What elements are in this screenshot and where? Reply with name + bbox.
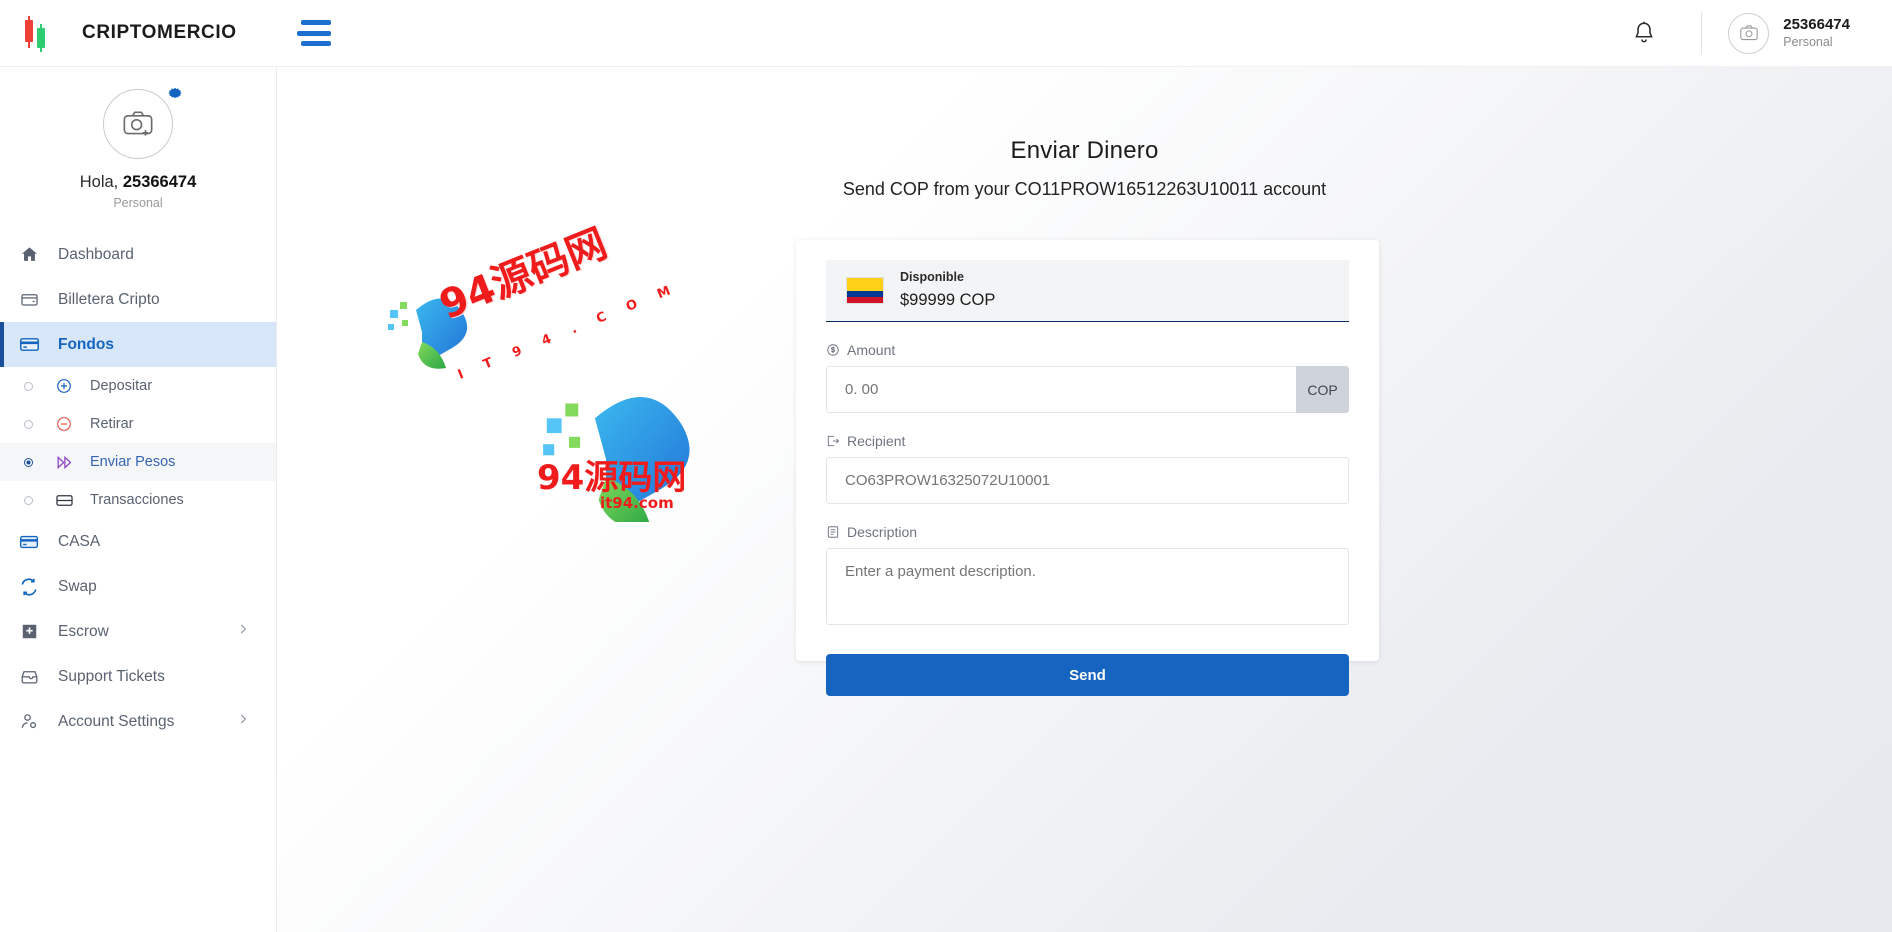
amount-row: COP	[826, 366, 1349, 413]
brand-title: CRIPTOMERCIO	[82, 22, 237, 43]
available-balance: Disponible $99999 COP	[826, 260, 1349, 322]
sidebar: Hola, 25366474 Personal Dashboard Billet…	[0, 67, 277, 932]
description-label: Description	[826, 524, 1349, 540]
greeting-prefix: Hola,	[79, 173, 123, 191]
greeting-name: 25366474	[122, 173, 197, 191]
bullet-icon	[24, 495, 33, 505]
profile-greeting: Hola, 25366474	[0, 173, 276, 192]
document-icon	[826, 525, 840, 539]
sidebar-item-label: Escrow	[58, 622, 109, 640]
transactions-card-icon	[53, 489, 75, 511]
home-icon	[18, 244, 40, 266]
sidebar-subitem-retirar[interactable]: Retirar	[0, 405, 276, 443]
watermark-it94: I T 9 4 . C O M	[455, 280, 682, 383]
main-content: Enviar Dinero Send COP from your CO11PRO…	[277, 67, 1892, 932]
bank-card-icon	[18, 531, 40, 553]
description-label-text: Description	[847, 524, 918, 540]
sidebar-subitem-depositar[interactable]: Depositar	[0, 367, 276, 405]
camera-avatar-icon	[1740, 25, 1758, 41]
amount-currency-suffix: COP	[1296, 366, 1349, 413]
bullet-icon	[24, 419, 33, 429]
bullet-icon	[24, 457, 33, 467]
balance-text: Disponible $99999 COP	[900, 269, 995, 312]
user-name: 25366474	[1783, 15, 1850, 33]
plus-circle-icon	[53, 375, 75, 397]
camera-add-icon	[123, 111, 153, 136]
sidebar-item-swap[interactable]: Swap	[0, 564, 276, 609]
watermark-cn-bottom: 94源码网	[537, 458, 687, 498]
recipient-label-text: Recipient	[847, 433, 906, 449]
user-type: Personal	[1783, 34, 1833, 49]
watermark-site: it94.com	[600, 494, 674, 512]
sidebar-item-support-tickets[interactable]: Support Tickets	[0, 654, 276, 699]
sidebar-item-fondos[interactable]: Fondos	[0, 322, 276, 367]
sidebar-item-label: Dashboard	[58, 245, 134, 263]
bullet-icon	[24, 381, 33, 391]
sidebar-item-casa[interactable]: CASA	[0, 519, 276, 564]
sidebar-subitem-label: Transacciones	[90, 492, 184, 508]
amount-input[interactable]	[826, 366, 1296, 413]
top-bar: CRIPTOMERCIO 25366474 Personal	[0, 0, 1892, 67]
sidebar-subitem-transacciones[interactable]: Transacciones	[0, 481, 276, 519]
site-watermark: 94源码网 I T 9 4 . C O M 94源码网 it94.com	[382, 220, 742, 527]
send-out-icon	[826, 434, 840, 448]
sidebar-subitem-enviar-pesos[interactable]: Enviar Pesos	[0, 443, 276, 481]
inbox-icon	[18, 666, 40, 688]
sidebar-subitem-label: Retirar	[90, 416, 134, 432]
send-money-form-card: Disponible $99999 COP Amount COP	[796, 240, 1379, 696]
sidebar-item-label: Swap	[58, 577, 97, 595]
balance-amount: $99999 COP	[900, 290, 996, 309]
bell-icon[interactable]	[1631, 19, 1657, 47]
recipient-label: Recipient	[826, 433, 1349, 449]
user-meta: 25366474 Personal	[1783, 16, 1850, 50]
colombia-flag-icon	[846, 277, 884, 304]
fast-forward-icon	[53, 451, 75, 473]
sidebar-item-label: Account Settings	[58, 712, 175, 730]
sidebar-item-label: Billetera Cripto	[58, 290, 160, 308]
profile-avatar[interactable]	[103, 87, 182, 159]
description-textarea[interactable]	[826, 548, 1349, 625]
sidebar-item-dashboard[interactable]: Dashboard	[0, 232, 276, 277]
hamburger-icon[interactable]	[296, 20, 331, 46]
recipient-input[interactable]	[826, 457, 1349, 504]
user-menu[interactable]: 25366474 Personal	[1728, 12, 1850, 54]
sidebar-subitem-label: Depositar	[90, 378, 153, 394]
user-settings-icon	[18, 711, 40, 733]
page-subtitle: Send COP from your CO11PROW16512263U1001…	[842, 179, 1327, 199]
balance-label: Disponible	[900, 270, 964, 285]
sidebar-item-label: Fondos	[58, 335, 114, 353]
watermark-cn-top: 94源码网	[433, 220, 614, 329]
amount-field-group: Amount COP	[826, 342, 1349, 413]
profile-account-type: Personal	[113, 196, 163, 210]
minus-circle-icon	[53, 413, 75, 435]
top-bar-divider	[1701, 12, 1703, 54]
shield-plus-icon	[18, 621, 40, 643]
gear-icon[interactable]	[166, 84, 184, 102]
swap-arrows-icon	[18, 576, 40, 598]
watermark-logo-icon	[388, 298, 690, 527]
send-button[interactable]: Send	[826, 654, 1349, 696]
candlestick-logo-icon	[22, 16, 52, 52]
page-title: Enviar Dinero	[1010, 137, 1159, 164]
recipient-field-group: Recipient	[826, 433, 1349, 504]
avatar[interactable]	[1728, 12, 1770, 54]
chevron-right-icon	[236, 712, 250, 731]
sidebar-subitem-label: Enviar Pesos	[90, 454, 176, 470]
sidebar-item-label: CASA	[58, 532, 101, 550]
wallet-icon	[18, 289, 40, 311]
sidebar-item-billetera-cripto[interactable]: Billetera Cripto	[0, 277, 276, 322]
amount-label: Amount	[826, 342, 1349, 358]
top-bar-right: 25366474 Personal	[1631, 0, 1892, 66]
sidebar-item-account-settings[interactable]: Account Settings	[0, 699, 276, 744]
credit-card-icon	[18, 334, 40, 356]
sidebar-profile: Hola, 25366474 Personal	[0, 67, 276, 210]
chevron-right-icon	[236, 622, 250, 641]
description-field-group: Description	[826, 524, 1349, 630]
sidebar-menu: Dashboard Billetera Cripto Fondos Deposi…	[0, 232, 276, 744]
sidebar-item-escrow[interactable]: Escrow	[0, 609, 276, 654]
sidebar-item-label: Support Tickets	[58, 667, 165, 685]
amount-label-text: Amount	[847, 342, 896, 358]
coin-icon	[826, 343, 840, 357]
